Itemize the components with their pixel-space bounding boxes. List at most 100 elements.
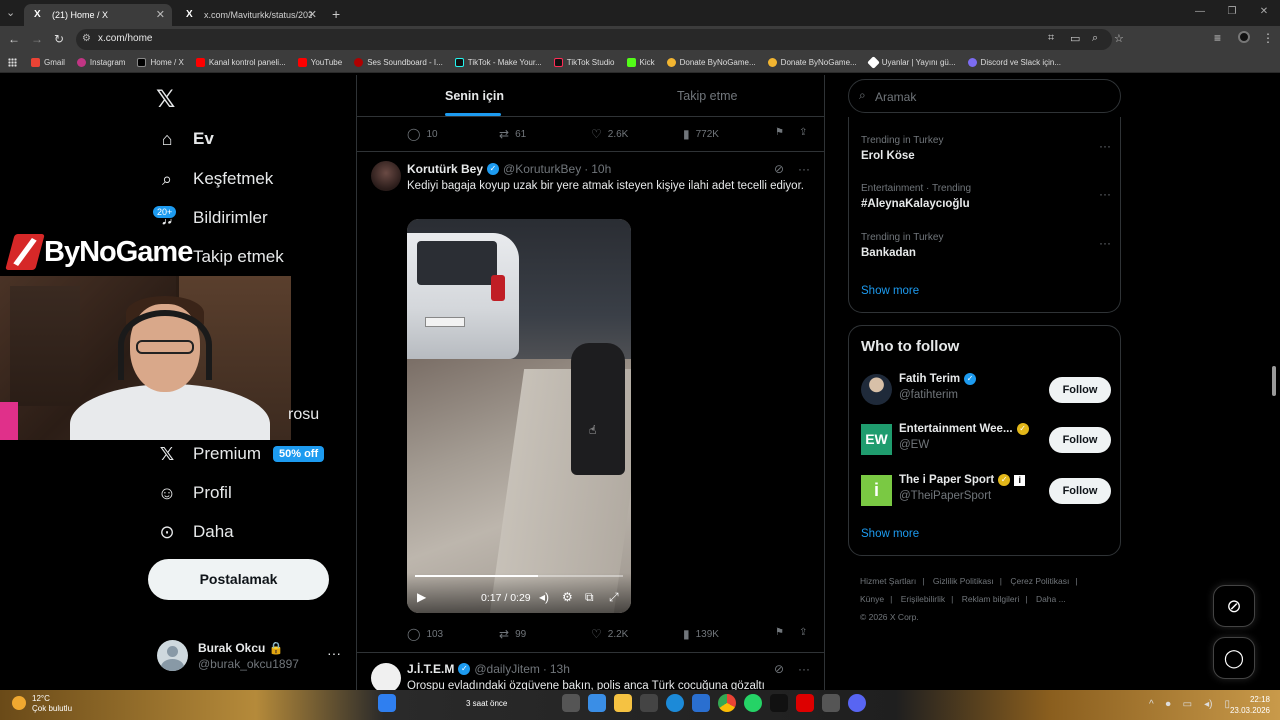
bookmark-gmail[interactable]: Gmail [31,58,65,67]
account-switcher[interactable]: Burak Okcu 🔒 @burak_okcu1897 ··· [157,639,347,673]
more-icon[interactable]: ··· [1099,139,1111,153]
bookmark-tiktok-studio[interactable]: TikTok Studio [553,58,615,67]
mic-icon[interactable]: ⏺ [1166,699,1171,710]
reply-button[interactable]: ◯ 10 [407,127,438,141]
edge-icon[interactable] [666,694,684,712]
apps-grid-icon[interactable] [8,58,17,67]
footer-link[interactable]: Künye [860,594,884,604]
more-icon[interactable]: ··· [798,162,810,176]
video-player[interactable]: ▶ 0:17 / 0:29 ◂) ⚙ ⧉ ⤢ [407,219,631,613]
minimize-icon[interactable]: — [1184,0,1216,26]
author-name[interactable]: Korutürk Bey [407,162,483,176]
follow-button[interactable]: Follow [1049,377,1111,403]
bookmark-home-x[interactable]: Home / X [137,58,184,67]
store-icon[interactable] [640,694,658,712]
bookmark-youtube[interactable]: YouTube [297,58,342,67]
volume-icon[interactable]: ◂) [1204,699,1212,710]
close-window-icon[interactable]: ✕ [1248,0,1280,26]
forward-icon[interactable]: → [31,32,43,46]
footer-link[interactable]: Erişilebilirlik [901,594,945,604]
views-button[interactable]: ▮ 139K [683,627,719,641]
grok-icon[interactable]: ⊘ [774,662,784,676]
more-icon[interactable]: ··· [798,662,810,676]
footer-link[interactable]: Gizlilik Politikası [933,576,994,586]
clock[interactable]: 22:18 23.03.2026 [1230,694,1270,716]
follow-button[interactable]: Follow [1049,478,1111,504]
x-logo-icon[interactable]: 𝕏 [156,85,175,114]
bookmark-discord-slack[interactable]: Discord ve Slack için... [967,58,1061,67]
trends-show-more[interactable]: Show more [861,285,919,297]
nav-home[interactable]: ⌂ Ev [156,125,214,153]
bookmark-donate-2[interactable]: Donate ByNoGame... [767,58,857,67]
menu-icon[interactable]: ⋮ [1262,31,1274,45]
file-explorer-icon[interactable] [614,694,632,712]
whatsapp-icon[interactable] [744,694,762,712]
author-handle[interactable]: @dailyJitem [474,662,540,676]
back-icon[interactable]: ← [8,32,20,46]
youtube-icon[interactable] [796,694,814,712]
more-icon[interactable]: ··· [327,645,341,661]
nav-premium[interactable]: 𝕏 Premium 50% off [156,440,325,468]
fullscreen-icon[interactable]: ⤢ [609,590,619,605]
mail-icon[interactable] [692,694,710,712]
bookmark-instagram[interactable]: Instagram [76,58,125,67]
follow-show-more[interactable]: Show more [861,528,919,540]
search-input[interactable]: ⌕ Aramak [848,79,1121,113]
nav-explore[interactable]: ⌕ Keşfetmek [156,165,273,193]
chevron-up-icon[interactable]: ^ [1149,699,1154,710]
bookmark-tiktok[interactable]: TikTok - Make Your... [454,58,542,67]
profile-icon[interactable] [1238,31,1250,43]
bookmark-icon[interactable]: ⚑ [775,127,784,138]
bookmark-icon[interactable]: ⚑ [775,627,784,638]
reply-button[interactable]: ◯ 103 [407,627,443,641]
app-icon[interactable] [822,694,840,712]
network-icon[interactable]: ▭ [1183,699,1192,710]
trend-item[interactable]: Entertainment · Trending #AleynaKalaycıo… [861,183,1111,210]
new-tab-button[interactable]: + [332,4,348,26]
trend-item[interactable]: Trending in Turkey Erol Köse ··· [861,135,1111,162]
tab-list-icon[interactable]: ⌄ [6,6,15,19]
follow-suggestion[interactable]: Fatih Terim ✓ @fatihterim Follow [861,373,1111,407]
video-progress-bar[interactable] [415,575,623,577]
scrollbar-thumb[interactable] [1272,366,1276,396]
follow-button[interactable]: Follow [1049,427,1111,453]
url-text[interactable]: x.com/home [98,33,152,44]
author-handle[interactable]: @KoruturkBey [503,162,581,176]
footer-link[interactable]: Daha ... [1036,594,1066,604]
reload-icon[interactable]: ↻ [54,32,64,46]
zoom-icon[interactable]: ⌕ [1092,32,1098,45]
cast-icon[interactable]: ▭ [1070,32,1080,45]
chrome-icon[interactable] [718,694,736,712]
nav-profile[interactable]: ☺ Profil [156,479,232,507]
post-button[interactable]: Postalamak [148,559,329,600]
discord-icon[interactable] [848,694,866,712]
footer-link[interactable]: Hizmet Şartları [860,576,916,586]
avatar[interactable] [371,663,401,690]
follow-suggestion[interactable]: EW Entertainment Wee... ✓ @EW Follow [861,423,1111,457]
bookmark-channel-panel[interactable]: Kanal kontrol paneli... [195,58,286,67]
tab-following[interactable]: Takip etme [677,89,737,103]
grok-icon[interactable]: ⊘ [774,162,784,176]
author-name[interactable]: J.İ.T.E.M [407,662,454,676]
repost-button[interactable]: ⇄ 99 [499,627,526,641]
task-view-icon[interactable] [562,694,580,712]
bookmark-donate-1[interactable]: Donate ByNoGame... [666,58,756,67]
extensions-icon[interactable]: ≡ [1214,31,1221,45]
like-button[interactable]: ♡ 2.2K [591,627,628,641]
views-button[interactable]: ▮ 772K [683,127,719,141]
weather-widget[interactable]: 12°C Çok bulutlu [12,694,72,714]
start-icon[interactable] [378,694,396,712]
bookmark-soundboard[interactable]: Ses Soundboard - I... [354,58,443,67]
grok-fab-icon[interactable]: ⊘ [1213,585,1255,627]
widgets-icon[interactable] [588,694,606,712]
avatar[interactable] [371,161,401,191]
pip-icon[interactable]: ⧉ [585,590,594,605]
footer-link[interactable]: Reklam bilgileri [962,594,1020,604]
more-icon[interactable]: ··· [1099,187,1111,201]
translate-icon[interactable]: ⌗ [1048,32,1054,45]
nav-more[interactable]: ⊙ Daha [156,518,233,546]
close-tab-icon[interactable]: ✕ [308,8,317,21]
settings-icon[interactable]: ⚙ [562,590,573,604]
close-tab-icon[interactable]: ✕ [156,8,165,21]
volume-icon[interactable]: ◂) [539,590,549,604]
